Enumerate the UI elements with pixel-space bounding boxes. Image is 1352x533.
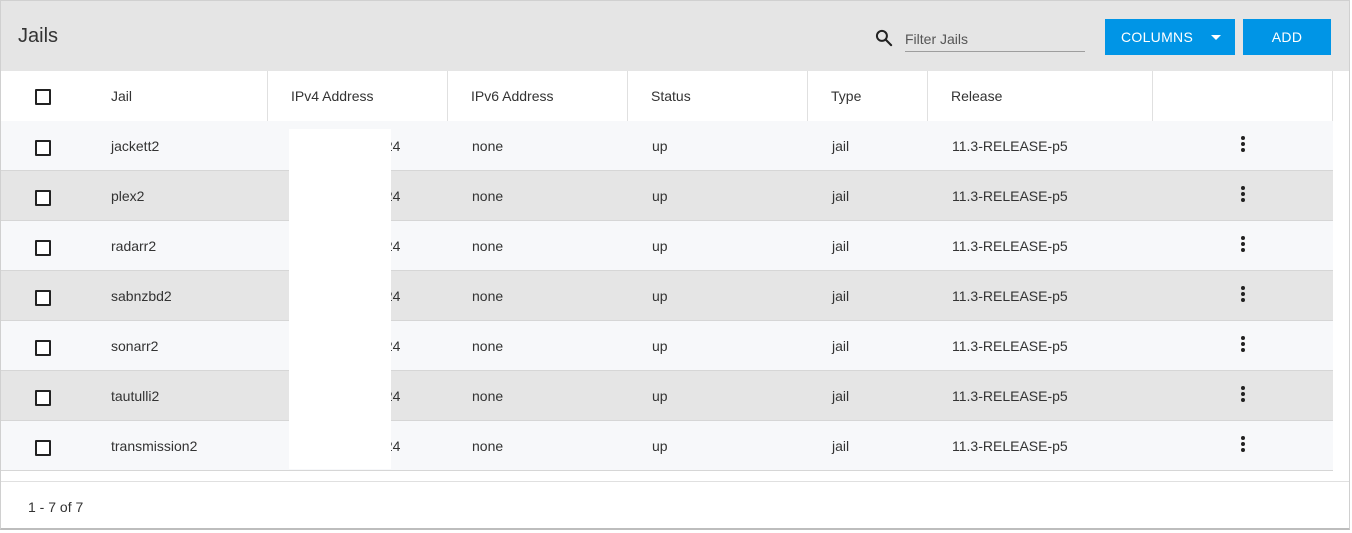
table-header: Jail IPv4 Address IPv6 Address Status Ty… [1, 71, 1333, 122]
cell-type: jail [832, 438, 850, 454]
footer-divider [1, 481, 1349, 482]
cell-type: jail [832, 188, 850, 204]
search-icon[interactable] [874, 28, 894, 48]
cell-release: 11.3-RELEASE-p5 [952, 388, 1068, 404]
row-checkbox[interactable] [35, 290, 51, 306]
more-vertical-icon[interactable] [1237, 286, 1249, 304]
header-type[interactable]: Type [808, 71, 928, 121]
pagination-range: 1 - 7 of 7 [28, 499, 84, 515]
row-checkbox[interactable] [35, 440, 51, 456]
add-button[interactable]: ADD [1243, 19, 1331, 55]
cell-jail: tautulli2 [111, 388, 160, 404]
cell-ipv6: none [472, 188, 504, 204]
cell-status: up [652, 238, 668, 254]
toolbar: Jails COLUMNS ADD [1, 1, 1349, 71]
cell-release: 11.3-RELEASE-p5 [952, 138, 1068, 154]
columns-button-label: COLUMNS [1121, 29, 1194, 45]
header-ipv4[interactable]: IPv4 Address [268, 71, 448, 121]
cell-type: jail [832, 388, 850, 404]
more-vertical-icon[interactable] [1237, 436, 1249, 454]
cell-jail: sonarr2 [111, 338, 159, 354]
cell-status: up [652, 138, 668, 154]
table-body: jackett2 /24 none up jail 11.3-RELEASE-p… [1, 121, 1333, 471]
filter-field [905, 28, 1085, 52]
cell-status: up [652, 288, 668, 304]
cell-ipv6: none [472, 138, 504, 154]
table-row[interactable]: plex2 /24 none up jail 11.3-RELEASE-p5 [1, 171, 1333, 221]
cell-jail: radarr2 [111, 238, 157, 254]
header-select-cell [1, 71, 85, 121]
more-vertical-icon[interactable] [1237, 236, 1249, 254]
cell-jail: transmission2 [111, 438, 198, 454]
cell-jail: plex2 [111, 188, 145, 204]
row-checkbox[interactable] [35, 140, 51, 156]
cell-ipv6: none [472, 438, 504, 454]
cell-ipv6: none [472, 238, 504, 254]
cell-status: up [652, 388, 668, 404]
cell-type: jail [832, 338, 850, 354]
row-checkbox[interactable] [35, 240, 51, 256]
more-vertical-icon[interactable] [1237, 386, 1249, 404]
cell-type: jail [832, 138, 850, 154]
filter-jails-input[interactable] [905, 28, 1085, 50]
row-checkbox[interactable] [35, 340, 51, 356]
page-title: Jails [18, 25, 59, 47]
redacted-ip-area [289, 129, 391, 469]
caret-down-icon [1211, 35, 1221, 40]
header-status[interactable]: Status [628, 71, 808, 121]
cell-status: up [652, 188, 668, 204]
table-row[interactable]: transmission2 /24 none up jail 11.3-RELE… [1, 421, 1333, 471]
table-row[interactable]: radarr2 /24 none up jail 11.3-RELEASE-p5 [1, 221, 1333, 271]
cell-ipv6: none [472, 388, 504, 404]
columns-button[interactable]: COLUMNS [1105, 19, 1235, 55]
jails-card: Jails COLUMNS ADD Jail IPv4 Address IPv6… [0, 0, 1350, 530]
more-vertical-icon[interactable] [1237, 136, 1249, 154]
cell-type: jail [832, 238, 850, 254]
row-checkbox[interactable] [35, 190, 51, 206]
cell-ipv6: none [472, 288, 504, 304]
cell-jail: jackett2 [111, 138, 160, 154]
cell-release: 11.3-RELEASE-p5 [952, 438, 1068, 454]
table-row[interactable]: tautulli2 /24 none up jail 11.3-RELEASE-… [1, 371, 1333, 421]
header-release[interactable]: Release [928, 71, 1153, 121]
select-all-checkbox[interactable] [35, 89, 51, 105]
table-row[interactable]: sabnzbd2 /24 none up jail 11.3-RELEASE-p… [1, 271, 1333, 321]
cell-release: 11.3-RELEASE-p5 [952, 338, 1068, 354]
cell-release: 11.3-RELEASE-p5 [952, 238, 1068, 254]
cell-type: jail [832, 288, 850, 304]
add-button-label: ADD [1271, 29, 1303, 45]
header-ipv6[interactable]: IPv6 Address [448, 71, 628, 121]
cell-status: up [652, 338, 668, 354]
header-jail[interactable]: Jail [85, 71, 268, 121]
cell-release: 11.3-RELEASE-p5 [952, 288, 1068, 304]
cell-jail: sabnzbd2 [111, 288, 172, 304]
more-vertical-icon[interactable] [1237, 336, 1249, 354]
header-actions [1153, 71, 1333, 121]
table-row[interactable]: jackett2 /24 none up jail 11.3-RELEASE-p… [1, 121, 1333, 171]
cell-ipv6: none [472, 338, 504, 354]
more-vertical-icon[interactable] [1237, 186, 1249, 204]
cell-release: 11.3-RELEASE-p5 [952, 188, 1068, 204]
row-checkbox[interactable] [35, 390, 51, 406]
cell-status: up [652, 438, 668, 454]
table-row[interactable]: sonarr2 /24 none up jail 11.3-RELEASE-p5 [1, 321, 1333, 371]
